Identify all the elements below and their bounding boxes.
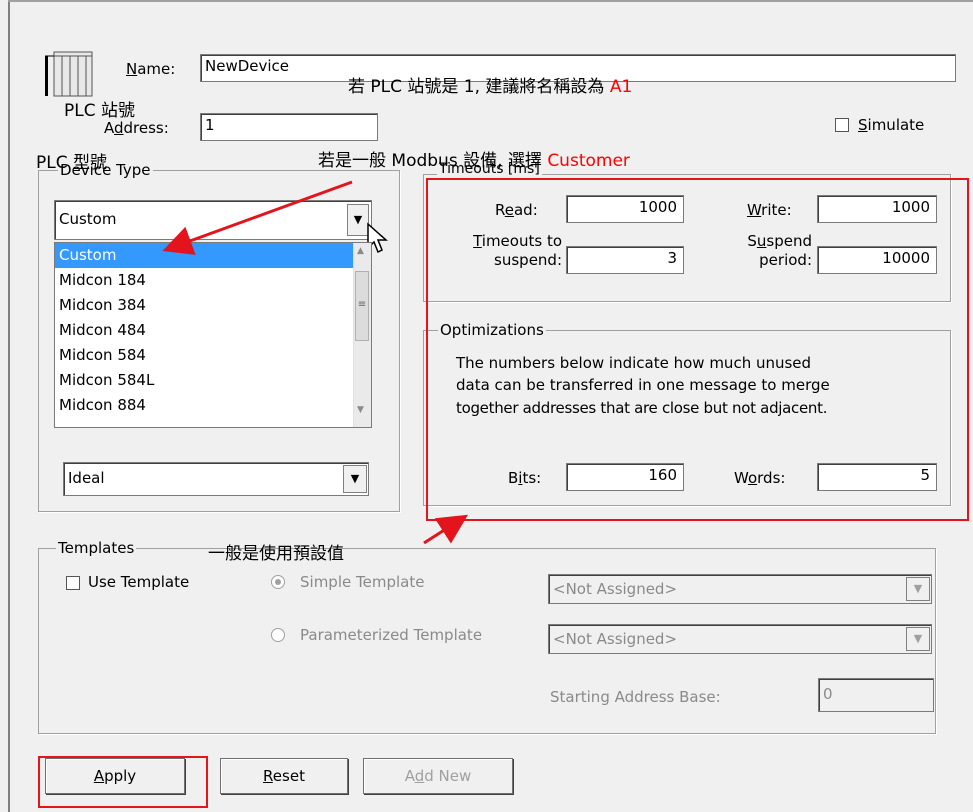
timeouts-arrow [423,514,469,545]
annotation-arrows [162,180,469,545]
device-type-arrow [162,180,353,255]
